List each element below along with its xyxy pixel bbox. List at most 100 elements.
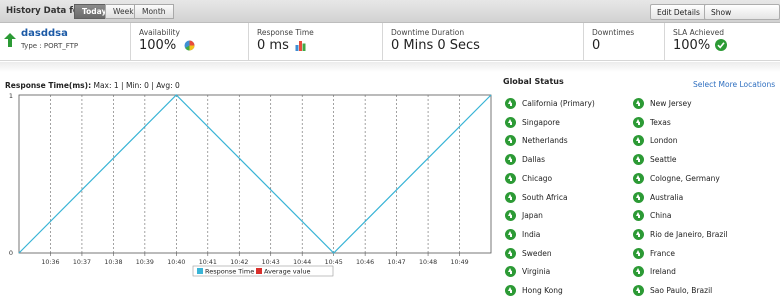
monitor-cell: dasddsa Type : PORT_FTP: [0, 23, 131, 61]
status-up-icon: [505, 135, 516, 147]
status-up-icon: [633, 228, 644, 240]
location-item[interactable]: Hong Kong: [505, 285, 635, 297]
downtime-duration-label: Downtime Duration: [391, 28, 465, 37]
status-up-icon: [633, 247, 644, 259]
location-item[interactable]: California (Primary): [505, 98, 635, 110]
availability-value: 100%: [139, 38, 177, 53]
location-item[interactable]: Sao Paulo, Brazil: [633, 285, 763, 297]
status-up-icon: [505, 116, 516, 128]
location-item[interactable]: Japan: [505, 210, 635, 222]
x-tick-label: 10:47: [388, 259, 406, 266]
downtime-duration-value: 0 Mins 0 Secs: [391, 38, 480, 53]
x-tick-label: 10:40: [167, 259, 185, 266]
location-item[interactable]: France: [633, 247, 763, 260]
check-icon: [715, 39, 727, 51]
status-up-icon: [505, 247, 516, 259]
status-up-icon: [633, 116, 644, 128]
location-item[interactable]: Australia: [633, 191, 763, 204]
status-up-icon: [633, 135, 644, 147]
edit-details-button[interactable]: Edit Details: [650, 4, 707, 20]
location-name: Sao Paulo, Brazil: [650, 286, 713, 295]
location-item[interactable]: Netherlands: [505, 135, 635, 147]
status-up-icon: [505, 154, 516, 166]
location-item[interactable]: Singapore: [505, 116, 635, 129]
downtimes-label: Downtimes: [592, 28, 635, 37]
downtime-duration-cell: Downtime Duration 0 Mins 0 Secs: [383, 23, 584, 61]
legend-response-time: Response Time: [205, 268, 254, 276]
status-up-icon: [505, 210, 516, 222]
response-time-label: Response Time: [257, 28, 314, 37]
bar-chart-icon[interactable]: [295, 40, 306, 51]
status-up-icon: [633, 98, 644, 109]
location-item[interactable]: Cologne, Germany: [633, 172, 763, 185]
status-up-icon: [633, 154, 644, 166]
up-arrow-icon: [4, 33, 16, 47]
location-name: Netherlands: [522, 136, 568, 146]
location-item[interactable]: Seattle: [633, 154, 763, 166]
x-tick-label: 10:44: [293, 259, 311, 266]
x-ticks: 10:36 10:37 10:38 10:39 10:40 10:41 10:42 10:43…: [41, 253, 469, 266]
location-item[interactable]: Texas: [633, 116, 763, 129]
response-time-value: 0 ms: [257, 38, 289, 53]
location-name: Virginia: [522, 267, 551, 277]
location-item[interactable]: Sweden: [505, 247, 635, 260]
status-up-icon: [505, 285, 516, 296]
status-up-icon: [505, 98, 516, 109]
y-tick-max: 1: [9, 92, 13, 100]
x-tick-label: 10:46: [356, 259, 374, 266]
location-name: Chicago: [522, 173, 553, 183]
location-item[interactable]: Chicago: [505, 172, 635, 185]
monitor-name[interactable]: dasddsa: [21, 28, 68, 39]
location-item[interactable]: India: [505, 228, 635, 241]
downtimes-value: 0: [592, 38, 601, 53]
location-item[interactable]: London: [633, 135, 763, 147]
status-up-icon: [505, 266, 516, 278]
location-name: China: [650, 211, 672, 221]
status-up-icon: [633, 266, 644, 278]
location-name: California (Primary): [522, 99, 595, 108]
pie-chart-icon[interactable]: [184, 40, 195, 51]
x-tick-label: 10:45: [325, 259, 343, 266]
monitor-type: Type : PORT_FTP: [21, 42, 79, 50]
response-time-chart: 1 0 10:36 10:37 10:38 10:39 10:40 10:41 10:42 1…: [9, 92, 492, 277]
location-item[interactable]: China: [633, 210, 763, 222]
location-name: Japan: [522, 211, 543, 221]
location-name: Sweden: [522, 248, 552, 258]
status-up-icon: [505, 172, 516, 184]
location-name: Rio de Janeiro, Brazil: [650, 229, 728, 239]
x-tick-label: 10:49: [450, 259, 468, 266]
status-up-icon: [633, 191, 644, 203]
select-more-locations-link[interactable]: Select More Locations: [693, 80, 775, 89]
location-name: London: [650, 136, 678, 146]
location-item[interactable]: New Jersey: [633, 98, 763, 110]
response-time-cell: Response Time 0 ms: [249, 23, 383, 61]
location-item[interactable]: South Africa: [505, 191, 635, 204]
x-tick-label: 10:37: [73, 259, 91, 266]
x-tick-label: 10:48: [419, 259, 437, 266]
location-name: Singapore: [522, 117, 560, 127]
tab-month[interactable]: Month: [134, 4, 174, 19]
status-up-icon: [633, 285, 644, 296]
separator-band: [0, 62, 780, 72]
location-name: South Africa: [522, 192, 568, 202]
location-item[interactable]: Rio de Janeiro, Brazil: [633, 228, 763, 241]
location-item[interactable]: Dallas: [505, 154, 635, 166]
summary-row: dasddsa Type : PORT_FTP Availability 100…: [0, 23, 780, 61]
show-configuration-button[interactable]: Show Configuration: [704, 4, 780, 32]
downtimes-cell: Downtimes 0: [584, 23, 665, 61]
location-item[interactable]: Ireland: [633, 266, 763, 278]
legend-average-value: Average value: [264, 268, 311, 276]
x-tick-label: 10:39: [136, 259, 154, 266]
global-status-title: Global Status: [503, 77, 564, 86]
x-tick-label: 10:36: [41, 259, 59, 266]
location-name: France: [650, 248, 675, 258]
status-up-icon: [633, 172, 644, 184]
location-item[interactable]: Virginia: [505, 266, 635, 278]
sla-cell: SLA Achieved 100%: [665, 23, 780, 61]
availability-label: Availability: [139, 28, 180, 37]
location-name: Texas: [650, 117, 671, 127]
location-name: Seattle: [650, 155, 677, 165]
location-name: Hong Kong: [522, 286, 563, 295]
location-name: Ireland: [650, 267, 676, 277]
status-up-icon: [505, 191, 516, 203]
